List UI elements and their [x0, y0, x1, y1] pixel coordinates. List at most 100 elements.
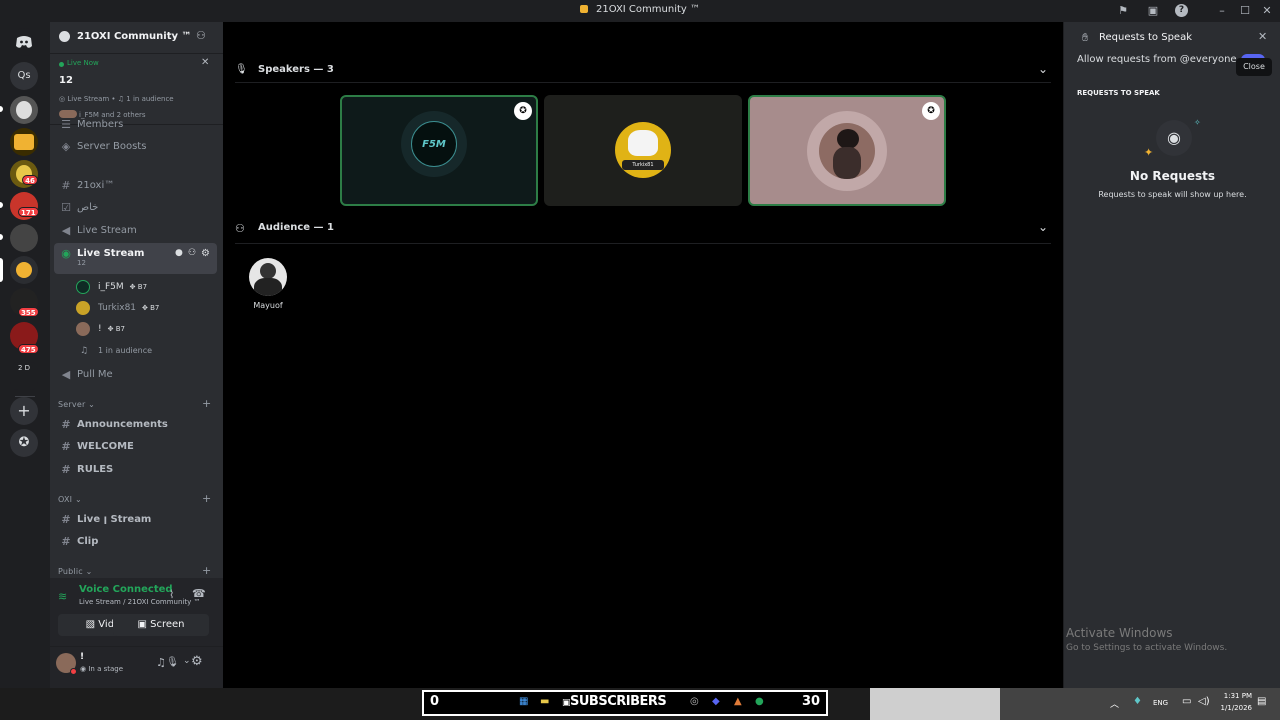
speaker-avatar: F5M: [411, 121, 457, 167]
notification-icon[interactable]: ▤: [1257, 696, 1266, 707]
windows-start-icon[interactable]: ▦: [519, 696, 528, 707]
add-channel-icon[interactable]: +: [202, 564, 211, 577]
channel-members[interactable]: ☰ Members: [54, 114, 217, 135]
add-server-icon[interactable]: +: [10, 397, 38, 425]
clan-tag: ✥ B7: [129, 283, 148, 291]
inbox-icon[interactable]: ▣: [1145, 3, 1161, 19]
avatar-head: [260, 263, 276, 279]
avatar-art: [628, 130, 658, 156]
speaker-tile[interactable]: F5M ✪: [340, 95, 538, 206]
voice-location[interactable]: Live Stream / 21OXI Community ™: [79, 598, 200, 606]
channel-pull-me[interactable]: ◀ Pull Me: [54, 364, 217, 385]
audience-avatar[interactable]: [249, 258, 287, 296]
microphone-icon: 🎙︎: [235, 64, 248, 75]
clock-time[interactable]: 1:31 PM: [1220, 692, 1252, 700]
invite-icon[interactable]: ⚇: [188, 243, 196, 264]
volume-icon[interactable]: ◁): [1198, 696, 1210, 707]
activate-windows-title: Activate Windows: [1066, 626, 1173, 640]
close-icon[interactable]: ✕: [201, 57, 209, 68]
moderator-shield-icon: ✪: [922, 102, 940, 120]
minimize-button[interactable]: –: [1214, 3, 1230, 19]
screen-share-button[interactable]: ▣ Screen: [113, 614, 209, 636]
channel-khas[interactable]: ☑ خاص: [54, 197, 217, 218]
window-close-button[interactable]: ✕: [1259, 3, 1275, 19]
chat-bubble-icon[interactable]: ●: [175, 243, 183, 264]
help-icon[interactable]: ?: [1175, 4, 1188, 17]
hashtag-icon: #: [61, 440, 71, 453]
inbox-flag-icon[interactable]: ⚑: [1115, 3, 1131, 19]
maximize-button[interactable]: ☐: [1237, 3, 1253, 19]
stage-user[interactable]: ! ✥ B7: [76, 320, 125, 338]
category-oxi[interactable]: OXI ⌄: [58, 495, 82, 504]
gear-icon[interactable]: ⚙: [201, 243, 210, 264]
guild-avatar[interactable]: [10, 96, 38, 124]
invite-people-icon[interactable]: ⚇: [196, 29, 206, 42]
subscribers-label: ▣SUBSCRIBERS: [562, 694, 667, 709]
stage-user[interactable]: Turkix81 ✥ B7: [76, 299, 159, 317]
category-server[interactable]: Server ⌄: [58, 400, 95, 409]
channel-live-stream-voice[interactable]: ◀ Live Stream: [54, 220, 217, 241]
guild-avatar[interactable]: [10, 128, 38, 156]
guild-avatar[interactable]: [10, 224, 38, 252]
file-explorer-icon[interactable]: ▬: [540, 696, 549, 707]
close-icon[interactable]: ✕: [1258, 30, 1267, 43]
mention-badge: 355: [18, 307, 39, 317]
stage-main: 🎙︎ Speakers — 3 ⌄ F5M ✪ Turkix81 ✪ ⚇ Aud…: [223, 22, 1063, 688]
collapse-audience-chevron-icon[interactable]: ⌄: [1038, 220, 1048, 234]
noise-suppression-icon[interactable]: ⌇: [169, 588, 174, 601]
counter-left: 0: [430, 694, 440, 709]
subscriber-overlay: 0 ▦ ▬ ▣SUBSCRIBERS ◎ ◆ ▲ ● 30: [422, 690, 828, 716]
guild-qs[interactable]: Qs: [10, 62, 38, 90]
channel-announcements[interactable]: # Announcements: [54, 414, 217, 435]
moderator-shield-icon: ✪: [514, 102, 532, 120]
speaker-tile[interactable]: ✪: [748, 95, 946, 206]
raised-hand-icon: ✋︎: [1082, 31, 1089, 44]
channel-clip[interactable]: # Clip: [54, 531, 217, 552]
channel-21oxi[interactable]: #21oxi™: [54, 175, 217, 196]
channel-welcome[interactable]: # WELCOME: [54, 436, 217, 457]
server-header[interactable]: 21OXI Community ™ ⌄ ⚇: [50, 22, 223, 54]
network-icon[interactable]: ▭: [1182, 696, 1191, 707]
speaker-icon: ◀: [61, 368, 71, 381]
avatar: [76, 322, 90, 336]
channel-rules[interactable]: # RULES: [54, 459, 217, 480]
channel-live-stream-text[interactable]: # Live ꞁ Stream: [54, 509, 217, 530]
speaker-icon: ◀: [61, 224, 71, 237]
panel-title: Requests to Speak: [1099, 32, 1192, 43]
speaker-avatar: [819, 123, 875, 179]
headphones-icon[interactable]: ♫ ⌄: [156, 656, 179, 669]
divider: [235, 82, 1051, 83]
collapse-speakers-chevron-icon[interactable]: ⌄: [1038, 62, 1048, 76]
disconnect-icon[interactable]: ☎: [192, 587, 206, 600]
sparkle-icon: ✦: [1144, 146, 1154, 159]
app-icon[interactable]: ▲: [734, 696, 742, 707]
members-icon: ☰: [61, 118, 71, 131]
app-icon[interactable]: ◎: [690, 696, 699, 707]
chevron-down-icon[interactable]: ⌄: [183, 656, 191, 666]
hashtag-icon: #: [61, 179, 71, 192]
explore-compass-icon[interactable]: ✪: [10, 429, 38, 457]
tray-app-icon[interactable]: ♦: [1133, 696, 1142, 707]
live-now-label: Live Now: [67, 59, 99, 67]
channel-live-stream-active[interactable]: ◉ Live Stream 12 ● ⚇ ⚙: [54, 243, 217, 274]
requests-panel: ✋︎ Requests to Speak ✕ Allow requests fr…: [1063, 22, 1280, 688]
add-channel-icon[interactable]: +: [202, 397, 211, 410]
user-settings-gear-icon[interactable]: ⚙: [191, 654, 203, 669]
discord-taskbar-icon[interactable]: ◆: [712, 696, 720, 707]
language-indicator[interactable]: ENG: [1153, 699, 1168, 707]
server-icon: [59, 31, 70, 42]
stage-user[interactable]: i_F5M ✥ B7: [76, 278, 147, 296]
guild-folder[interactable]: 2 D: [10, 362, 38, 390]
checkbox-channel-icon: ☑: [61, 201, 71, 214]
xbox-icon[interactable]: ●: [755, 696, 764, 707]
category-public[interactable]: Public ⌄: [58, 567, 93, 576]
discord-home-icon[interactable]: [10, 28, 38, 56]
add-channel-icon[interactable]: +: [202, 492, 211, 505]
guild-active[interactable]: [10, 256, 38, 284]
channel-server-boosts[interactable]: ◈ Server Boosts: [54, 136, 217, 157]
mention-badge: 171: [18, 207, 39, 217]
tray-chevron-icon[interactable]: ︿: [1110, 697, 1119, 710]
speaker-tile[interactable]: Turkix81: [544, 95, 742, 206]
live-now-count: 12: [59, 75, 73, 86]
clock-date[interactable]: 1/1/2026: [1218, 704, 1252, 712]
